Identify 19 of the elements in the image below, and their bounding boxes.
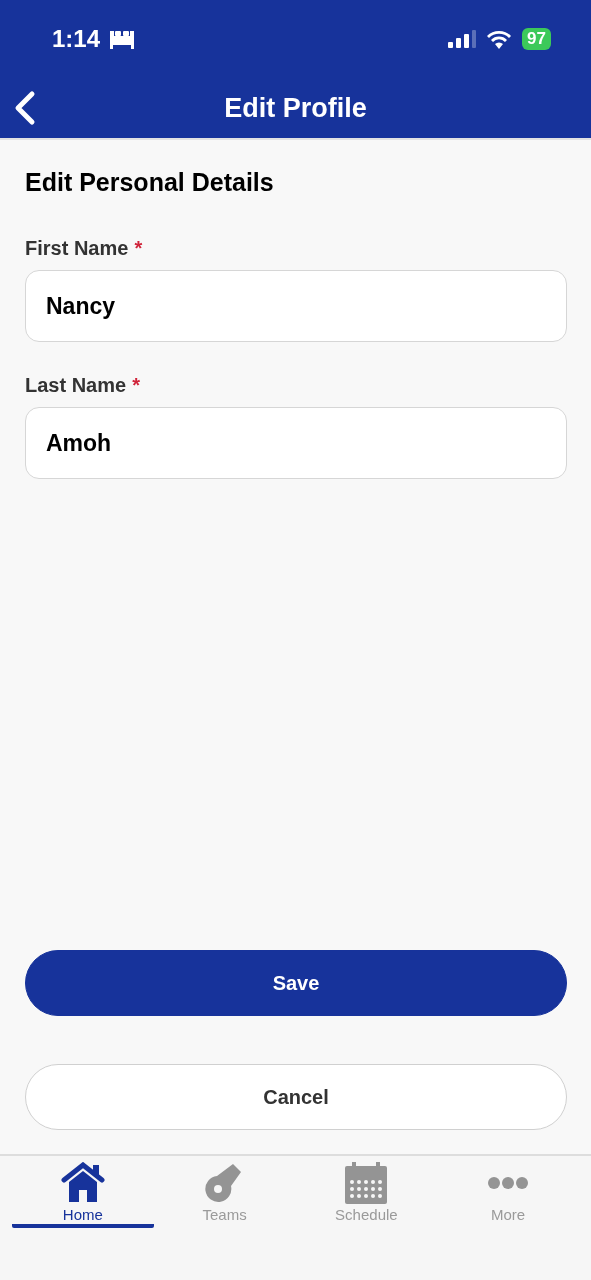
- required-mark: *: [134, 237, 143, 260]
- status-time: 1:14: [52, 25, 101, 53]
- field-label: Last Name: [25, 374, 127, 397]
- bed-icon: [108, 29, 137, 49]
- wifi-icon: [486, 29, 513, 49]
- signal-icon: [448, 30, 477, 48]
- screen-title: Edit Profile: [224, 92, 367, 124]
- cancel-button[interactable]: Cancel: [25, 1064, 567, 1130]
- more-icon: [488, 1177, 529, 1189]
- battery-indicator: 97: [522, 28, 551, 50]
- calendar-icon: [344, 1162, 389, 1204]
- input-field[interactable]: Amoh: [25, 407, 567, 479]
- save-button[interactable]: Save: [25, 950, 567, 1016]
- home-icon: [60, 1162, 105, 1204]
- section-title: Edit Personal Details: [25, 168, 275, 197]
- tab-item[interactable]: Home: [12, 1156, 154, 1228]
- required-mark: *: [132, 374, 140, 397]
- input-field[interactable]: Nancy: [25, 270, 567, 342]
- field-label: First Name: [25, 237, 129, 260]
